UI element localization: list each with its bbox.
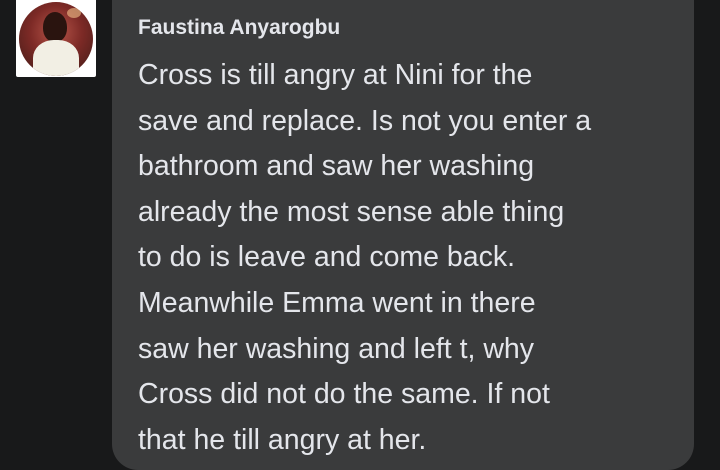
avatar-person-head — [43, 11, 67, 42]
comment-text-line: bathroom and saw her washing — [138, 150, 535, 183]
comment-text-line: Cross is till angry at Nini for the — [138, 59, 533, 91]
avatar-background-light — [67, 7, 81, 18]
comment-text-line: Meanwhile Emma went in there — [138, 286, 536, 319]
avatar[interactable] — [19, 1, 93, 76]
comment-text-line: save and replace. Is not you enter a — [138, 104, 592, 137]
comment-text: Cross is till angry at Nini for the save… — [138, 53, 683, 463]
comment-text-line: saw her washing and left t, why — [138, 332, 535, 365]
comment-text-line: Cross did not do the same. If not — [138, 378, 550, 411]
comment-author-name[interactable]: Faustina Anyarogbu — [138, 16, 340, 40]
avatar-person-body — [33, 39, 79, 76]
comment-text-line: to do is leave and come back. — [138, 241, 516, 274]
comment-text-line: already the most sense able thing — [138, 195, 565, 228]
avatar-frame[interactable] — [16, 0, 96, 77]
